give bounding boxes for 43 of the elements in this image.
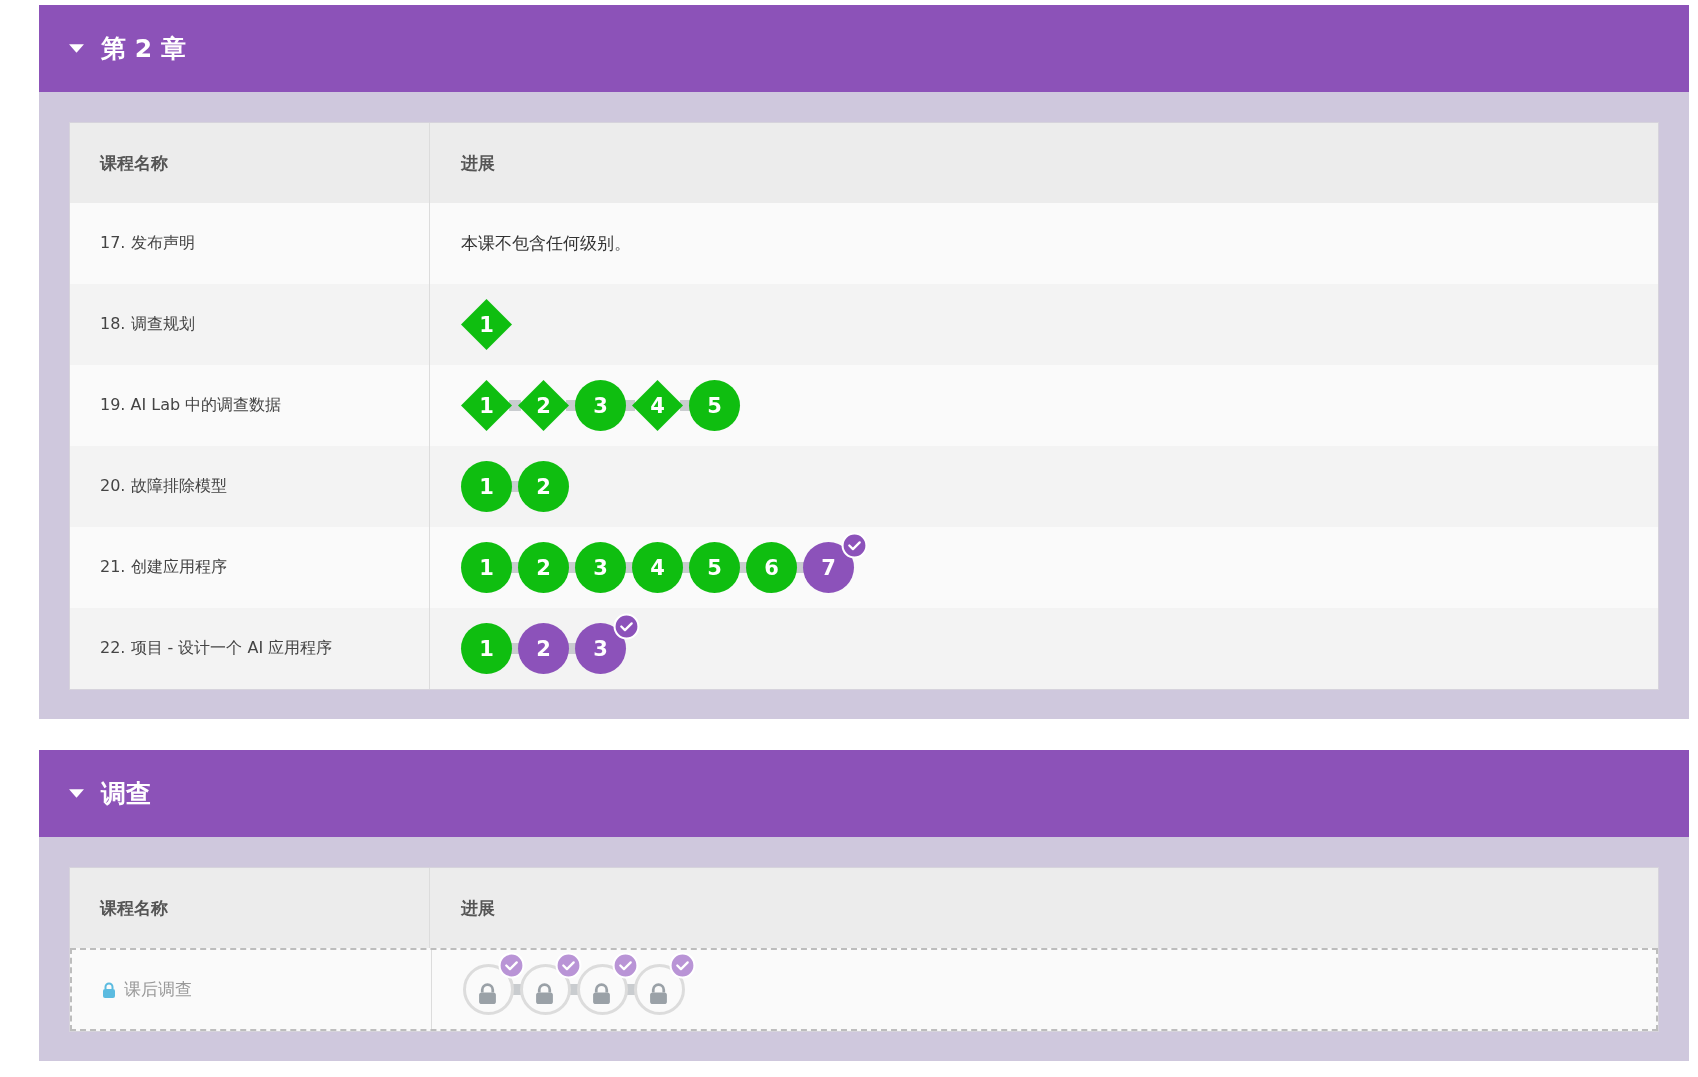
level-bubble[interactable]: 1 <box>461 461 512 512</box>
caret-icon <box>68 43 85 54</box>
section-title: 调查 <box>101 778 151 810</box>
level-bubble[interactable]: 6 <box>746 542 797 593</box>
lock-icon <box>648 983 669 1004</box>
level-bubble[interactable]: 2 <box>518 623 569 674</box>
lesson-name[interactable]: 17. 发布声明 <box>100 233 195 254</box>
lesson-name[interactable]: 19. AI Lab 中的调查数据 <box>100 395 282 416</box>
section-header[interactable]: 调查 <box>39 750 1689 837</box>
level-bubble[interactable]: 1 <box>461 299 512 350</box>
level-bubble[interactable]: 3 <box>575 380 626 431</box>
level-bubble[interactable]: 5 <box>689 542 740 593</box>
column-header: 进展 <box>460 896 496 920</box>
lesson-name[interactable]: 课后调查 <box>124 978 192 1001</box>
lesson-name[interactable]: 22. 项目 - 设计一个 AI 应用程序 <box>100 638 333 659</box>
lock-icon <box>534 983 555 1004</box>
lesson-name[interactable]: 18. 调查规划 <box>100 314 195 335</box>
caret-icon <box>68 788 85 799</box>
level-bubble[interactable] <box>634 964 685 1015</box>
lock-icon <box>102 981 116 998</box>
level-bubble[interactable]: 1 <box>461 380 512 431</box>
lesson-note: 本课不包含任何级别。 <box>461 232 631 255</box>
column-header: 进展 <box>460 151 496 175</box>
level-bubble[interactable]: 3 <box>575 542 626 593</box>
level-bubble[interactable]: 2 <box>518 461 569 512</box>
level-bubble[interactable] <box>577 964 628 1015</box>
level-bubble[interactable]: 2 <box>518 380 569 431</box>
level-bubble[interactable] <box>463 964 514 1015</box>
lock-icon <box>477 983 498 1004</box>
level-bubble[interactable]: 2 <box>518 542 569 593</box>
level-bubble[interactable]: 7 <box>803 542 854 593</box>
section-header[interactable]: 第 2 章 <box>39 5 1689 92</box>
level-bubble[interactable]: 5 <box>689 380 740 431</box>
lock-icon <box>591 983 612 1004</box>
level-bubble[interactable]: 1 <box>461 542 512 593</box>
level-bubble[interactable]: 4 <box>632 542 683 593</box>
level-bubble[interactable]: 3 <box>575 623 626 674</box>
section-title: 第 2 章 <box>101 33 186 65</box>
level-bubble[interactable]: 1 <box>461 623 512 674</box>
level-bubble[interactable] <box>520 964 571 1015</box>
level-bubble[interactable]: 4 <box>632 380 683 431</box>
lesson-name[interactable]: 20. 故障排除模型 <box>100 476 227 497</box>
lesson-name[interactable]: 21. 创建应用程序 <box>100 557 227 578</box>
